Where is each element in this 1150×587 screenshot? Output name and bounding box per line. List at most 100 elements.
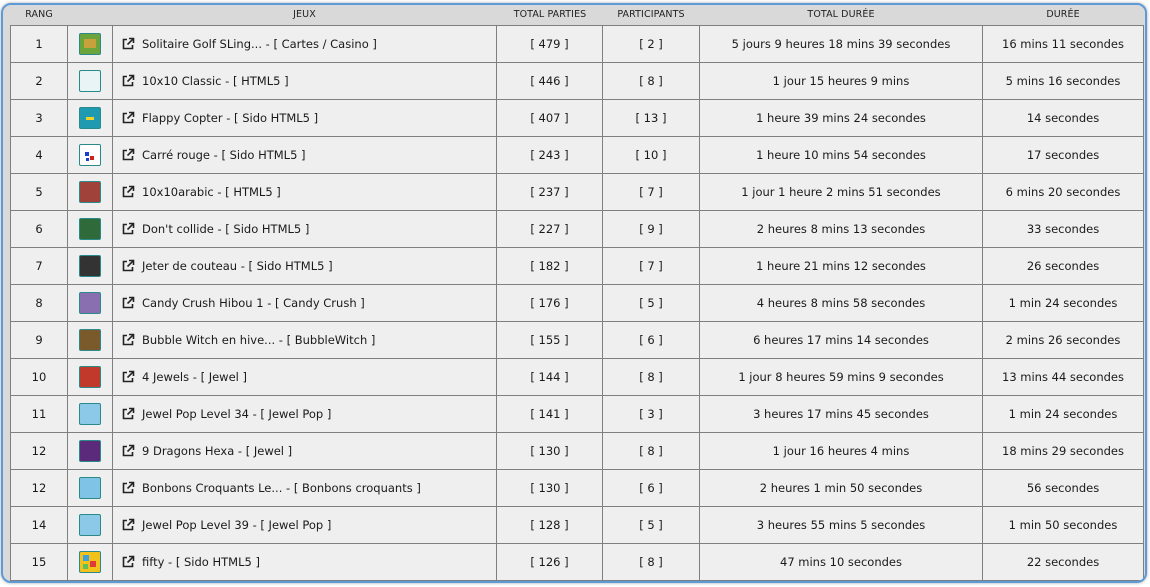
external-link-icon[interactable] bbox=[121, 370, 135, 384]
rank-cell: 3 bbox=[10, 99, 68, 137]
total-duree-cell: 1 heure 10 mins 54 secondes bbox=[699, 136, 983, 174]
external-link-icon[interactable] bbox=[121, 111, 135, 125]
total-parties-cell: [ 130 ] bbox=[496, 432, 603, 470]
duree-cell: 33 secondes bbox=[982, 210, 1144, 248]
header-participants: PARTICIPANTS bbox=[617, 9, 685, 20]
external-link-icon[interactable] bbox=[121, 74, 135, 88]
participants-cell: [ 8 ] bbox=[602, 543, 700, 581]
game-cell: 10x10arabic - [ HTML5 ] bbox=[112, 173, 497, 211]
game-thumbnail[interactable] bbox=[79, 292, 101, 314]
external-link-icon[interactable] bbox=[121, 259, 135, 273]
thumb-cell bbox=[67, 62, 113, 100]
header-duree: DURÉE bbox=[1046, 9, 1080, 20]
total-duree-cell: 2 heures 8 mins 13 secondes bbox=[699, 210, 983, 248]
game-link[interactable]: Solitaire Golf SLing... - [ Cartes / Cas… bbox=[142, 37, 377, 51]
game-thumbnail[interactable] bbox=[79, 366, 101, 388]
game-cell: Candy Crush Hibou 1 - [ Candy Crush ] bbox=[112, 284, 497, 322]
game-link[interactable]: fifty - [ Sido HTML5 ] bbox=[142, 555, 260, 569]
game-thumbnail[interactable] bbox=[79, 329, 101, 351]
game-link[interactable]: Flappy Copter - [ Sido HTML5 ] bbox=[142, 111, 318, 125]
external-link-icon[interactable] bbox=[121, 481, 135, 495]
external-link-icon[interactable] bbox=[121, 296, 135, 310]
external-link-icon[interactable] bbox=[121, 555, 135, 569]
game-cell: Flappy Copter - [ Sido HTML5 ] bbox=[112, 99, 497, 137]
game-thumbnail[interactable] bbox=[79, 440, 101, 462]
thumb-cell bbox=[67, 173, 113, 211]
game-link[interactable]: Jewel Pop Level 34 - [ Jewel Pop ] bbox=[142, 407, 331, 421]
duree-cell: 14 secondes bbox=[982, 99, 1144, 137]
total-parties-cell: [ 126 ] bbox=[496, 543, 603, 581]
game-link[interactable]: 9 Dragons Hexa - [ Jewel ] bbox=[142, 444, 292, 458]
external-link-icon[interactable] bbox=[121, 407, 135, 421]
total-duree-cell: 1 jour 16 heures 4 mins bbox=[699, 432, 983, 470]
table-row: 15 fifty - [ Sido HTML5 ] [ 126 ] [ 8 ] … bbox=[10, 543, 1144, 581]
total-duree-cell: 2 heures 1 min 50 secondes bbox=[699, 469, 983, 507]
table-row: 5 10x10arabic - [ HTML5 ] [ 237 ] [ 7 ] … bbox=[10, 173, 1144, 211]
game-link[interactable]: Candy Crush Hibou 1 - [ Candy Crush ] bbox=[142, 296, 365, 310]
game-link[interactable]: 4 Jewels - [ Jewel ] bbox=[142, 370, 247, 384]
participants-cell: [ 9 ] bbox=[602, 210, 700, 248]
thumb-cell bbox=[67, 321, 113, 359]
rank-cell: 6 bbox=[10, 210, 68, 248]
external-link-icon[interactable] bbox=[121, 222, 135, 236]
game-link[interactable]: 10x10arabic - [ HTML5 ] bbox=[142, 185, 281, 199]
participants-cell: [ 8 ] bbox=[602, 432, 700, 470]
game-link[interactable]: Bubble Witch en hive... - [ BubbleWitch … bbox=[142, 333, 375, 347]
duree-cell: 16 mins 11 secondes bbox=[982, 25, 1144, 63]
duree-cell: 13 mins 44 secondes bbox=[982, 358, 1144, 396]
thumb-cell bbox=[67, 247, 113, 285]
game-thumbnail[interactable] bbox=[79, 514, 101, 536]
external-link-icon[interactable] bbox=[121, 148, 135, 162]
game-link[interactable]: Don't collide - [ Sido HTML5 ] bbox=[142, 222, 309, 236]
game-link[interactable]: Bonbons Croquants Le... - [ Bonbons croq… bbox=[142, 481, 421, 495]
ranking-table: 1 Solitaire Golf SLing... - [ Cartes / C… bbox=[10, 25, 1144, 581]
external-link-icon[interactable] bbox=[121, 518, 135, 532]
thumb-cell bbox=[67, 99, 113, 137]
game-cell: 9 Dragons Hexa - [ Jewel ] bbox=[112, 432, 497, 470]
participants-cell: [ 6 ] bbox=[602, 469, 700, 507]
rank-cell: 11 bbox=[10, 395, 68, 433]
external-link-icon[interactable] bbox=[121, 37, 135, 51]
game-thumbnail[interactable] bbox=[79, 33, 101, 55]
rank-cell: 15 bbox=[10, 543, 68, 581]
total-duree-cell: 3 heures 17 mins 45 secondes bbox=[699, 395, 983, 433]
rank-cell: 7 bbox=[10, 247, 68, 285]
thumb-cell bbox=[67, 395, 113, 433]
duree-cell: 22 secondes bbox=[982, 543, 1144, 581]
game-thumbnail[interactable] bbox=[79, 403, 101, 425]
game-link[interactable]: 10x10 Classic - [ HTML5 ] bbox=[142, 74, 289, 88]
duree-cell: 2 mins 26 secondes bbox=[982, 321, 1144, 359]
total-parties-cell: [ 227 ] bbox=[496, 210, 603, 248]
game-thumbnail[interactable] bbox=[79, 144, 101, 166]
participants-cell: [ 13 ] bbox=[602, 99, 700, 137]
game-thumbnail[interactable] bbox=[79, 181, 101, 203]
external-link-icon[interactable] bbox=[121, 444, 135, 458]
participants-cell: [ 7 ] bbox=[602, 247, 700, 285]
game-thumbnail[interactable] bbox=[79, 551, 101, 573]
external-link-icon[interactable] bbox=[121, 333, 135, 347]
thumb-cell bbox=[67, 469, 113, 507]
external-link-icon[interactable] bbox=[121, 185, 135, 199]
game-thumbnail[interactable] bbox=[79, 70, 101, 92]
total-duree-cell: 3 heures 55 mins 5 secondes bbox=[699, 506, 983, 544]
game-thumbnail[interactable] bbox=[79, 218, 101, 240]
game-cell: Bubble Witch en hive... - [ BubbleWitch … bbox=[112, 321, 497, 359]
game-link[interactable]: Jewel Pop Level 39 - [ Jewel Pop ] bbox=[142, 518, 331, 532]
participants-cell: [ 3 ] bbox=[602, 395, 700, 433]
total-parties-cell: [ 176 ] bbox=[496, 284, 603, 322]
thumb-cell bbox=[67, 506, 113, 544]
total-parties-cell: [ 182 ] bbox=[496, 247, 603, 285]
total-parties-cell: [ 407 ] bbox=[496, 99, 603, 137]
thumb-cell bbox=[67, 432, 113, 470]
game-thumbnail[interactable] bbox=[79, 477, 101, 499]
game-link[interactable]: Carré rouge - [ Sido HTML5 ] bbox=[142, 148, 306, 162]
total-parties-cell: [ 243 ] bbox=[496, 136, 603, 174]
total-parties-cell: [ 237 ] bbox=[496, 173, 603, 211]
game-thumbnail[interactable] bbox=[79, 107, 101, 129]
table-row: 14 Jewel Pop Level 39 - [ Jewel Pop ] [ … bbox=[10, 506, 1144, 544]
table-row: 9 Bubble Witch en hive... - [ BubbleWitc… bbox=[10, 321, 1144, 359]
game-link[interactable]: Jeter de couteau - [ Sido HTML5 ] bbox=[142, 259, 333, 273]
rank-cell: 10 bbox=[10, 358, 68, 396]
game-thumbnail[interactable] bbox=[79, 255, 101, 277]
duree-cell: 56 secondes bbox=[982, 469, 1144, 507]
